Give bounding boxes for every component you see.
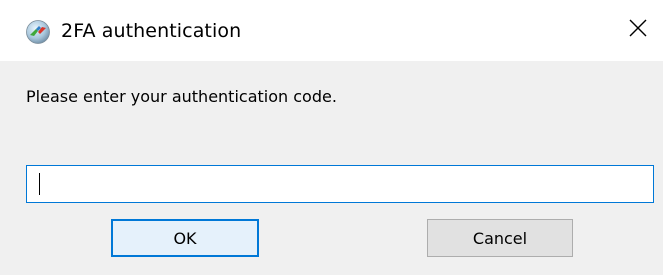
cancel-button[interactable]: Cancel bbox=[427, 219, 573, 257]
dialog-body: Please enter your authentication code. O… bbox=[0, 61, 663, 275]
close-icon bbox=[627, 17, 649, 43]
title-bar: 2FA authentication bbox=[0, 0, 663, 61]
close-button[interactable] bbox=[618, 12, 658, 48]
window-title: 2FA authentication bbox=[61, 20, 242, 42]
ok-button-label: OK bbox=[173, 228, 197, 248]
authentication-code-input[interactable] bbox=[26, 165, 654, 203]
auth-dialog: 2FA authentication Please enter your aut… bbox=[0, 0, 663, 275]
cancel-button-label: Cancel bbox=[472, 228, 528, 248]
prompt-text: Please enter your authentication code. bbox=[26, 87, 337, 106]
text-caret bbox=[39, 173, 40, 195]
remote-desktop-app-icon bbox=[25, 19, 51, 45]
ok-button[interactable]: OK bbox=[111, 219, 259, 257]
